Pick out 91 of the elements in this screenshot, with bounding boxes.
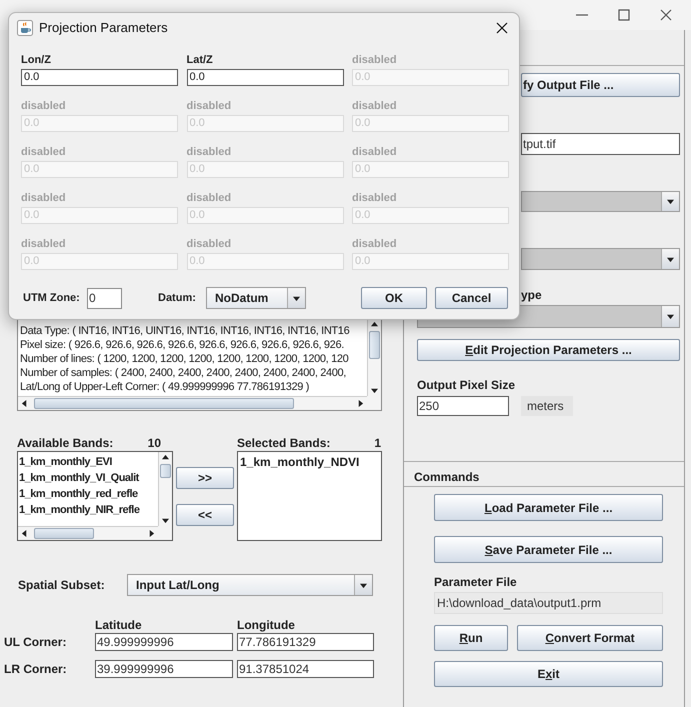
field-label: ype xyxy=(521,287,543,300)
field-label: disabled xyxy=(186,145,232,158)
move-button[interactable]: >> xyxy=(176,467,234,489)
field-label: Spatial Subset: xyxy=(18,577,106,594)
field-label: disabled xyxy=(352,191,398,204)
unit-label: meters xyxy=(521,396,573,416)
scroll-down-icon[interactable] xyxy=(371,387,378,394)
field-label: Lat/Z xyxy=(186,53,214,66)
ok-button[interactable]: OK xyxy=(361,287,427,309)
horizontal-scrollbar[interactable] xyxy=(18,396,367,410)
horizontal-scrollbar[interactable] xyxy=(18,526,158,540)
parameter-field[interactable]: 0.0 xyxy=(186,69,344,86)
list-item[interactable]: 1_km_monthly_EVI xyxy=(19,454,158,470)
command-button[interactable]: Save Parameter File ... xyxy=(434,536,663,563)
list-label: Selected Bands: xyxy=(237,435,330,452)
convert-format-button[interactable]: Convert Format xyxy=(517,625,663,651)
dialog-title: Projection Parameters xyxy=(39,19,168,38)
dropdown-arrow-icon[interactable] xyxy=(360,582,367,588)
scroll-thumb[interactable] xyxy=(160,464,171,478)
field-label: disabled xyxy=(352,53,398,66)
vertical-scrollbar[interactable] xyxy=(367,319,381,396)
column-label: Longitude xyxy=(237,617,295,634)
edit-projection-button[interactable]: Edit Projection Parameters ... xyxy=(417,339,680,361)
datum-dropdown[interactable]: NoDatum xyxy=(206,287,306,309)
field-label: disabled xyxy=(186,191,232,204)
maximize-icon[interactable] xyxy=(617,8,631,22)
list-item[interactable]: 1_km_monthly_red_refle xyxy=(19,486,158,502)
scroll-down-icon[interactable] xyxy=(162,517,169,524)
info-line: Lat/Long of Upper-Left Corner: ( 49.999999996 77.786191329 ) xyxy=(20,380,310,394)
vertical-scrollbar[interactable] xyxy=(158,452,172,526)
row-label: UL Corner: xyxy=(3,634,68,651)
band-list[interactable]: 1_km_monthly_EVI 1_km_monthly_VI_Qualit 1_km_monthly_red_refle 1_km_monthly_NIR_refle xyxy=(17,451,173,541)
field-label: disabled xyxy=(21,191,67,204)
row-label: LR Corner: xyxy=(3,661,68,678)
command-button[interactable]: Load Parameter File ... xyxy=(434,494,663,521)
field-label: Output Pixel Size xyxy=(417,377,516,390)
scroll-right-icon[interactable] xyxy=(148,530,155,537)
field-label: disabled xyxy=(21,237,67,250)
scroll-thumb[interactable] xyxy=(369,331,380,359)
count-label: 10 xyxy=(148,435,161,452)
list-item[interactable]: 1_km_monthly_VI_Qualit xyxy=(19,470,158,486)
field-label: disabled xyxy=(186,237,232,250)
field-label: disabled xyxy=(21,145,67,158)
band-list[interactable]: 1_km_monthly_NDVI xyxy=(237,451,382,541)
dropdown-arrow-icon[interactable] xyxy=(667,313,674,320)
close-icon[interactable] xyxy=(659,8,673,22)
exit-button[interactable]: Exit xyxy=(434,661,663,687)
output-file-field[interactable]: tput.tif xyxy=(521,133,680,155)
column-label: Latitude xyxy=(95,617,143,634)
field-label: disabled xyxy=(21,99,67,112)
field-label: Datum: xyxy=(158,290,197,306)
move-button[interactable]: << xyxy=(176,504,234,526)
section-title: Commands xyxy=(414,469,480,482)
cup-icon xyxy=(17,20,33,36)
dropdown-arrow-icon[interactable] xyxy=(293,294,300,302)
field-label: disabled xyxy=(352,237,398,250)
run-button[interactable]: Run xyxy=(434,625,508,651)
utm-zone-field[interactable]: 0 xyxy=(87,288,122,308)
field-label: Lon/Z xyxy=(21,53,52,66)
list-item[interactable]: 1_km_monthly_NIR_refle xyxy=(19,502,158,518)
parameter-file-field: H:\download_data\output1.prm xyxy=(434,592,663,614)
specify-output-button[interactable]: fy Output File ... xyxy=(521,73,680,97)
dropdown-arrow-icon[interactable] xyxy=(667,256,674,262)
coordinate-field[interactable]: 39.999999996 xyxy=(95,660,233,678)
count-label: 1 xyxy=(374,435,381,452)
info-line: Number of samples: ( 2400, 2400, 2400, 2400, 2400, 2400, 2400, 2400, xyxy=(20,366,348,380)
field-label: disabled xyxy=(186,99,232,112)
cancel-button[interactable]: Cancel xyxy=(435,287,508,309)
scroll-thumb[interactable] xyxy=(34,398,294,409)
field-label: UTM Zone: xyxy=(23,290,81,306)
list-label: Available Bands: xyxy=(17,435,114,452)
scroll-right-icon[interactable] xyxy=(357,400,364,407)
scroll-left-icon[interactable] xyxy=(21,530,28,537)
field-label: disabled xyxy=(352,99,398,112)
pixel-size-field[interactable]: 250 xyxy=(417,396,509,416)
parameter-field[interactable]: 0.0 xyxy=(21,69,178,86)
scroll-thumb[interactable] xyxy=(34,528,94,539)
scroll-up-icon[interactable] xyxy=(162,454,169,461)
field-label: Parameter File xyxy=(434,574,518,587)
scroll-left-icon[interactable] xyxy=(21,400,28,407)
dropdown-arrow-icon[interactable] xyxy=(667,198,674,205)
coordinate-field[interactable]: 49.999999996 xyxy=(95,633,233,651)
spatial-subset-dropdown[interactable]: Input Lat/Long xyxy=(127,574,373,596)
list-item[interactable]: 1_km_monthly_NDVI xyxy=(240,454,381,470)
info-line: Pixel size: ( 926.6, 926.6, 926.6, 926.6, 926.6, 926.6, 926.6, 926.6, 926. xyxy=(20,338,345,352)
info-line: Number of lines: ( 1200, 1200, 1200, 1200, 1200, 1200, 1200, 1200, 120 xyxy=(20,352,350,366)
close-icon[interactable] xyxy=(495,21,509,35)
field-label: disabled xyxy=(352,145,398,158)
coordinate-field[interactable]: 77.786191329 xyxy=(237,633,374,651)
coordinate-field[interactable]: 91.37851024 xyxy=(237,660,374,678)
info-line: Data Type: ( INT16, INT16, UINT16, INT16, INT16, INT16, INT16, INT16 xyxy=(20,324,350,338)
